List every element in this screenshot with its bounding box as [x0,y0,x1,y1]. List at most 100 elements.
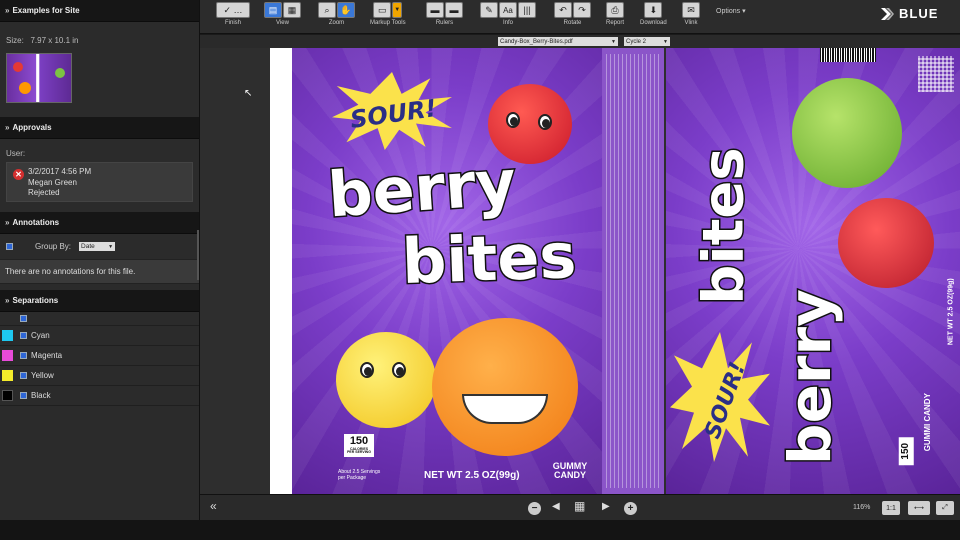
separation-name: Yellow [31,371,54,380]
file-select[interactable]: Candy-Box_Berry-Bites.pdf ▼ [498,37,618,46]
approvals-section-header[interactable]: » Approvals [0,117,199,139]
magenta-checkbox[interactable] [20,352,27,359]
horizontal-ruler-button[interactable]: ▬ [426,2,444,18]
page-icon: ▤ [268,4,278,15]
magenta-swatch [2,350,13,361]
separation-name: Cyan [31,331,50,340]
sidebar: » Examples for Site Size: 7.97 x 10.1 in… [0,0,200,520]
size-value: 7.97 x 10.1 in [30,36,79,45]
eye [538,114,552,130]
calories-badge: 150 CALORIES PER SERVING [344,434,374,457]
group-by-checkbox[interactable] [6,243,13,250]
vertical-ruler-button[interactable]: ▬ [445,2,463,18]
rulers-label: Rulers [435,20,454,26]
report-label: Report [606,20,625,26]
fit-width-button[interactable]: ⟷ [908,501,930,515]
separations-section-header[interactable]: » Separations [0,290,199,312]
file-section-header[interactable]: » Examples for Site [0,0,199,22]
document-canvas[interactable]: ↖ SOUR! berry bites 150 CALORIES PER SER… [200,48,960,494]
separation-row-yellow: Yellow [0,366,199,386]
rulers-group: ▬ ▬ Rulers [426,2,463,26]
rotate-right-button[interactable]: ↷ [573,2,591,18]
group-by-value: Date [81,243,95,250]
group-by-row: Group By: Date ▼ [0,234,199,259]
fit-page-icon: ⤢ [942,504,948,511]
package-front-panel: SOUR! berry bites 150 CALORIES PER SERVI… [292,48,602,494]
cyan-checkbox[interactable] [20,332,27,339]
group-by-select[interactable]: Date ▼ [79,242,116,251]
approval-status: Rejected [28,188,60,197]
view-label: View [276,20,289,26]
rejected-x-icon: ✕ [13,169,24,180]
markup-group: ▭ ▼ Markup Tools [370,2,406,26]
nutrition-side-panel [602,48,664,494]
orange-character [432,318,578,456]
footer-strip [0,520,960,540]
actual-size-button[interactable]: 1:1 [882,501,900,515]
collapse-sidebar-icon[interactable]: « [210,499,217,513]
separations-all-row [0,312,199,326]
berry-word: berry [324,144,520,233]
text-icon: Aa [503,5,513,15]
cherry-character [838,198,934,288]
barcode-button[interactable]: ||| [518,2,536,18]
download-button[interactable]: ⬇ [644,2,663,18]
finish-button[interactable]: ✓ … [216,2,250,18]
text-info-button[interactable]: Aa [499,2,517,18]
annotations-empty-message: There are no annotations for this file. [0,259,199,284]
separation-name: Magenta [31,351,63,360]
page-grid-icon[interactable]: ▦ [574,499,585,513]
black-checkbox[interactable] [20,392,27,399]
rotate-label: Rotate [563,20,582,26]
eyedropper-button[interactable]: ✎ [480,2,498,18]
vlink-button[interactable]: ✉ [682,2,700,18]
chevron-double-right-icon: » [5,123,10,132]
multi-page-view-button[interactable]: ▦ [283,2,301,18]
cycle-select-value: Cycle 2 [626,38,647,45]
download-icon: ⬇ [649,4,658,15]
eye [392,362,406,378]
fit-page-button[interactable]: ⤢ [936,501,954,515]
minus-icon: − [531,503,538,514]
qr-pattern [918,56,954,92]
report-button[interactable]: ⎙ [606,2,624,18]
report-group: ⎙ Report [606,2,624,26]
ruler-v-icon: ▬ [449,5,459,15]
zoom-level: 116% [853,504,871,511]
previous-page-icon[interactable]: ◀ [552,501,560,512]
fit-width-icon: ⟷ [913,505,925,512]
file-thumbnail[interactable] [6,53,72,103]
hand-icon: ✋ [340,4,352,15]
zoom-out-button[interactable]: − [528,502,541,515]
yellow-swatch [2,370,13,381]
markup-rectangle-button[interactable]: ▭ [373,2,392,18]
next-page-icon[interactable]: ▶ [602,501,610,512]
zoom-in-button[interactable]: + [624,502,637,515]
rotate-left-icon: ↶ [559,4,567,15]
brand-logo: BLUE [880,6,938,21]
zoom-tool-button[interactable]: ⌕ [318,2,336,18]
markup-dropdown-button[interactable]: ▼ [392,2,403,18]
apple-character [792,78,902,188]
net-weight-text: NET WT 2.5 OZ(99g) [424,470,520,481]
cycle-select[interactable]: Cycle 2 ▼ [624,37,670,46]
nutrition-text-block [606,54,660,488]
annotations-section-header[interactable]: » Annotations [0,212,199,234]
vlink-group: ✉ Vlink [682,2,700,26]
options-menu[interactable]: Options ▾ [716,7,746,15]
yellow-checkbox[interactable] [20,372,27,379]
bites-word: bites [399,217,579,299]
calories-value: 150 [899,442,911,460]
rotate-left-button[interactable]: ↶ [554,2,572,18]
caret-down-icon: ▼ [108,243,114,250]
separations-all-checkbox[interactable] [20,315,27,322]
package-back-panel: SOUR! bites berry GUMMI CANDY NET WT 2.5… [666,48,960,494]
pan-tool-button[interactable]: ✋ [337,2,355,18]
approval-user: Megan Green [28,177,77,187]
document-bar: Candy-Box_Berry-Bites.pdf ▼ Cycle 2 ▼ [200,35,960,48]
mouse-cursor-icon: ↖ [244,88,253,99]
single-page-view-button[interactable]: ▤ [264,2,282,18]
bites-word-back: bites [690,146,758,306]
rotate-right-icon: ↷ [578,4,586,15]
download-label: Download [640,20,667,26]
